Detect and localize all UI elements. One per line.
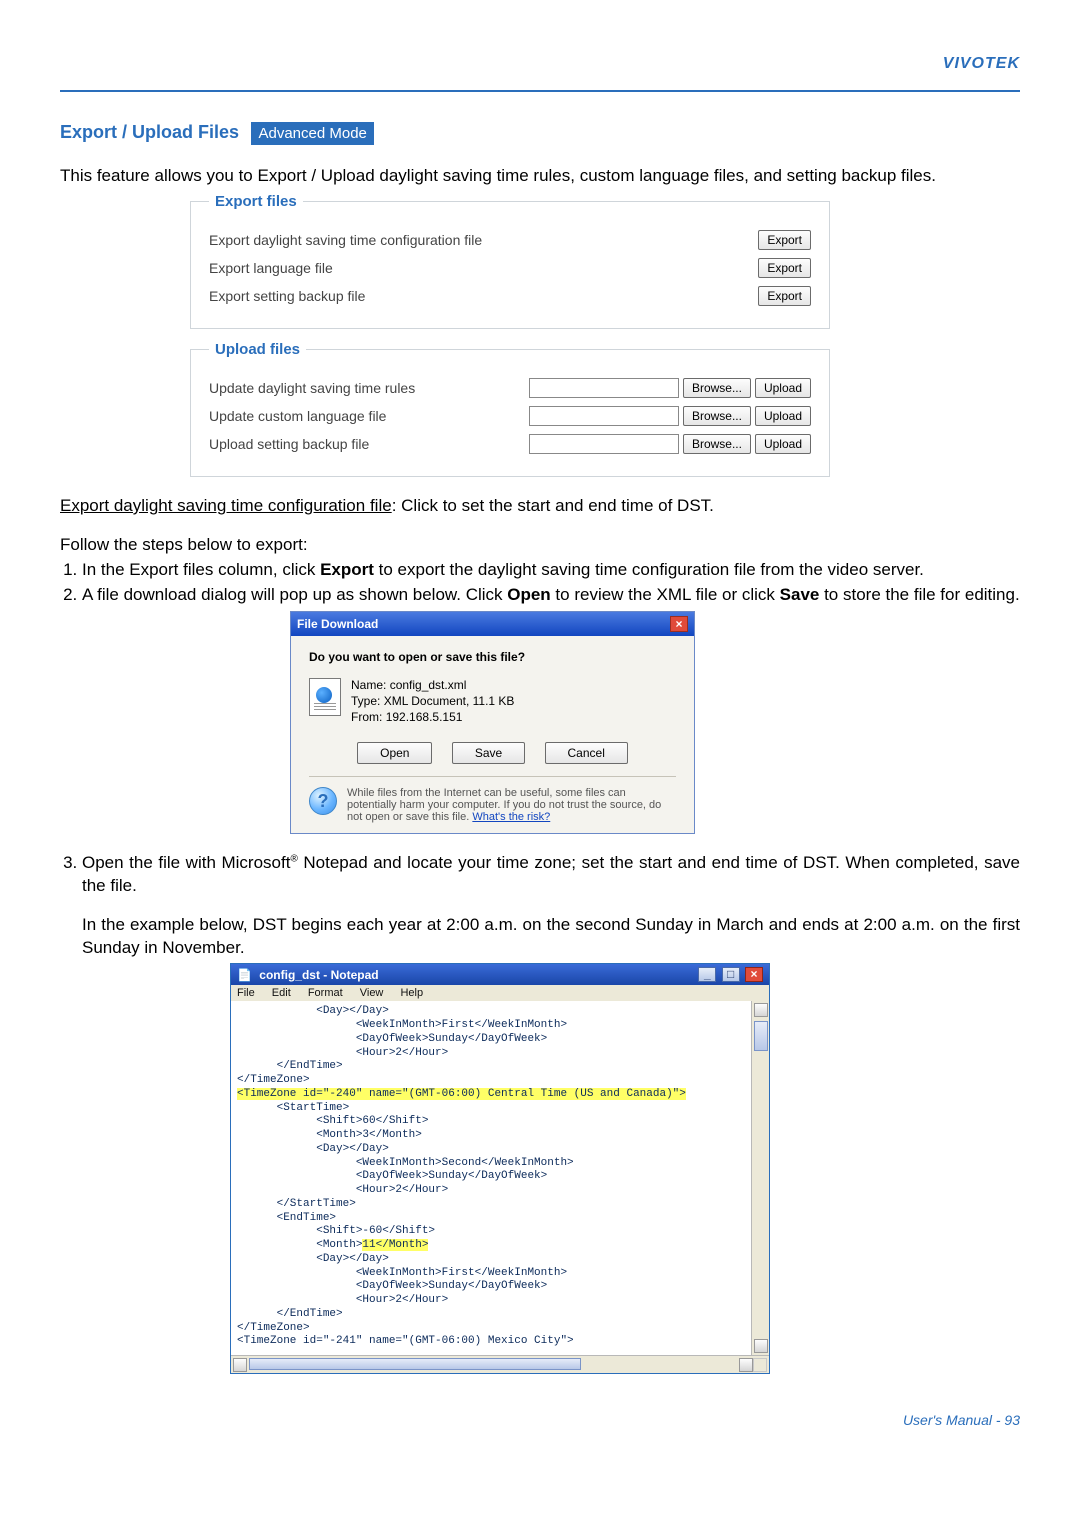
dialog-title: File Download [297,617,378,631]
export-files-fieldset: Export files Export daylight saving time… [190,193,830,329]
export-row-label: Export daylight saving time configuratio… [209,232,482,248]
scroll-right-icon[interactable] [739,1358,753,1372]
menu-file[interactable]: File [237,987,255,999]
export-button[interactable]: Export [758,258,811,278]
notepad-menu: File Edit Format View Help [231,985,769,1001]
vertical-scrollbar[interactable] [751,1001,769,1355]
intro-paragraph: This feature allows you to Export / Uplo… [60,165,1020,188]
highlighted-text: 11</Month> [362,1239,428,1251]
export-row-label: Export setting backup file [209,288,365,304]
notepad-icon: 📄 [237,968,252,982]
upload-row: Update custom language file Browse... Up… [209,406,811,426]
whats-the-risk-link[interactable]: What's the risk? [472,811,550,823]
export-row-label: Export language file [209,260,333,276]
scroll-left-icon[interactable] [233,1358,247,1372]
notepad-title: config_dst - Notepad [259,968,378,982]
scroll-thumb[interactable] [249,1358,581,1370]
maximize-icon[interactable]: □ [722,967,740,982]
open-button[interactable]: Open [357,742,432,764]
browse-button[interactable]: Browse... [683,378,751,398]
upload-row: Upload setting backup file Browse... Upl… [209,434,811,454]
question-icon: ? [309,787,337,815]
scroll-up-icon[interactable] [754,1003,768,1017]
export-row: Export setting backup file Export [209,286,811,306]
export-files-legend: Export files [209,193,303,210]
menu-help[interactable]: Help [400,987,423,999]
menu-format[interactable]: Format [308,987,343,999]
horizontal-scrollbar[interactable] [231,1355,769,1373]
brand-label: VIVOTEK [943,55,1020,73]
step-item: Open the file with Microsoft® Notepad an… [82,852,1020,898]
scroll-down-icon[interactable] [754,1339,768,1353]
browse-button[interactable]: Browse... [683,406,751,426]
menu-view[interactable]: View [360,987,384,999]
upload-files-fieldset: Upload files Update daylight saving time… [190,341,830,477]
upload-button[interactable]: Upload [755,434,811,454]
page-footer: User's Manual - 93 [60,1412,1020,1428]
dialog-warning: ? While files from the Internet can be u… [309,776,676,823]
export-button[interactable]: Export [758,286,811,306]
paragraph: Follow the steps below to export: [60,534,1020,557]
file-path-input[interactable] [529,378,679,398]
upload-button[interactable]: Upload [755,406,811,426]
upload-files-legend: Upload files [209,341,306,358]
paragraph: Export daylight saving time configuratio… [60,495,1020,518]
underlined-heading: Export daylight saving time configuratio… [60,496,392,515]
upload-row-label: Upload setting backup file [209,436,369,452]
file-path-input[interactable] [529,406,679,426]
file-download-dialog: File Download × Do you want to open or s… [290,611,695,834]
notepad-window: 📄 config_dst - Notepad _ □ × File Edit F… [230,963,770,1374]
close-icon[interactable]: × [745,967,763,982]
highlighted-text: <TimeZone id="-240" name="(GMT-06:00) Ce… [237,1088,686,1100]
dialog-question: Do you want to open or save this file? [309,650,676,664]
paragraph: In the example below, DST begins each ye… [82,914,1020,960]
upload-row-label: Update daylight saving time rules [209,380,415,396]
export-button[interactable]: Export [758,230,811,250]
divider [60,90,1020,92]
dialog-titlebar: File Download × [291,612,694,636]
save-button[interactable]: Save [452,742,525,764]
upload-row-label: Update custom language file [209,408,386,424]
advanced-mode-badge: Advanced Mode [251,122,373,145]
file-metadata: Name: config_dst.xml Type: XML Document,… [351,678,514,726]
file-icon [309,678,341,716]
export-row: Export language file Export [209,258,811,278]
resize-grip-icon[interactable] [753,1358,767,1372]
section-heading: Export / Upload Files Advanced Mode [60,122,1020,145]
menu-edit[interactable]: Edit [272,987,291,999]
scroll-thumb[interactable] [754,1021,768,1051]
notepad-text-area[interactable]: <Day></Day> <WeekInMonth>First</WeekInMo… [231,1001,751,1355]
browse-button[interactable]: Browse... [683,434,751,454]
file-path-input[interactable] [529,434,679,454]
step-item: A file download dialog will pop up as sh… [82,584,1020,607]
notepad-titlebar: 📄 config_dst - Notepad _ □ × [231,964,769,985]
export-upload-panel: Export files Export daylight saving time… [190,193,830,477]
upload-button[interactable]: Upload [755,378,811,398]
cancel-button[interactable]: Cancel [545,742,628,764]
step-item: In the Export files column, click Export… [82,559,1020,582]
minimize-icon[interactable]: _ [698,967,716,982]
export-row: Export daylight saving time configuratio… [209,230,811,250]
upload-row: Update daylight saving time rules Browse… [209,378,811,398]
close-icon[interactable]: × [670,616,688,632]
section-title: Export / Upload Files [60,122,239,143]
